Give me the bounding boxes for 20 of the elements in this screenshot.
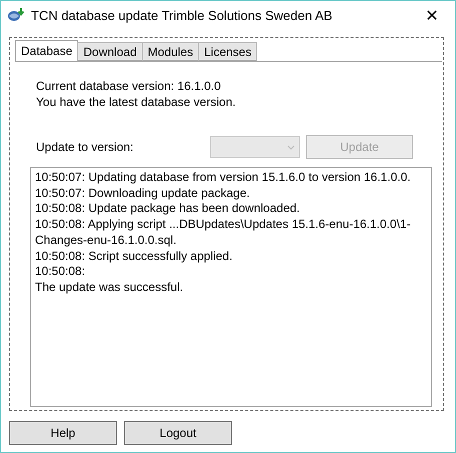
log-line: 10:50:08: Script successfully applied. bbox=[35, 248, 234, 264]
footer-button[interactable]: Help bbox=[9, 421, 117, 445]
log-line: 10:50:07: Updating database from version 15.1.6.0 to version 16.1.0.0. bbox=[35, 170, 412, 186]
tab[interactable]: Download bbox=[77, 42, 143, 61]
status-text: You have the latest database version. bbox=[36, 94, 237, 110]
log-line: The update was successful. bbox=[35, 280, 184, 296]
log-line: 10:50:07: Downloading update package. bbox=[35, 186, 251, 202]
log-line: 10:50:08: Update package has been downloaded. bbox=[35, 201, 301, 218]
update-version-label: Update to version: bbox=[36, 140, 134, 154]
status-text: Current database version: 16.1.0.0 bbox=[36, 78, 222, 94]
window-title: TCN database update Trimble Solutions Sweden AB bbox=[31, 8, 334, 22]
footer-button[interactable]: Logout bbox=[124, 421, 232, 445]
caret-icon bbox=[287, 144, 295, 150]
tab[interactable]: Database bbox=[15, 40, 78, 61]
app-logo-icon bbox=[7, 7, 25, 23]
log-line: 10:50:08: Applying script ...DBUpdates\Updates 15.1.6-enu-16.1.0.0\1-Changes-enu-16.1.0.0.sql. bbox=[35, 217, 412, 249]
tab[interactable]: Licenses bbox=[198, 42, 258, 61]
tab[interactable]: Modules bbox=[142, 42, 200, 61]
close-button[interactable]: ✕ bbox=[409, 1, 455, 29]
log-line: 10:50:08: bbox=[35, 264, 86, 280]
